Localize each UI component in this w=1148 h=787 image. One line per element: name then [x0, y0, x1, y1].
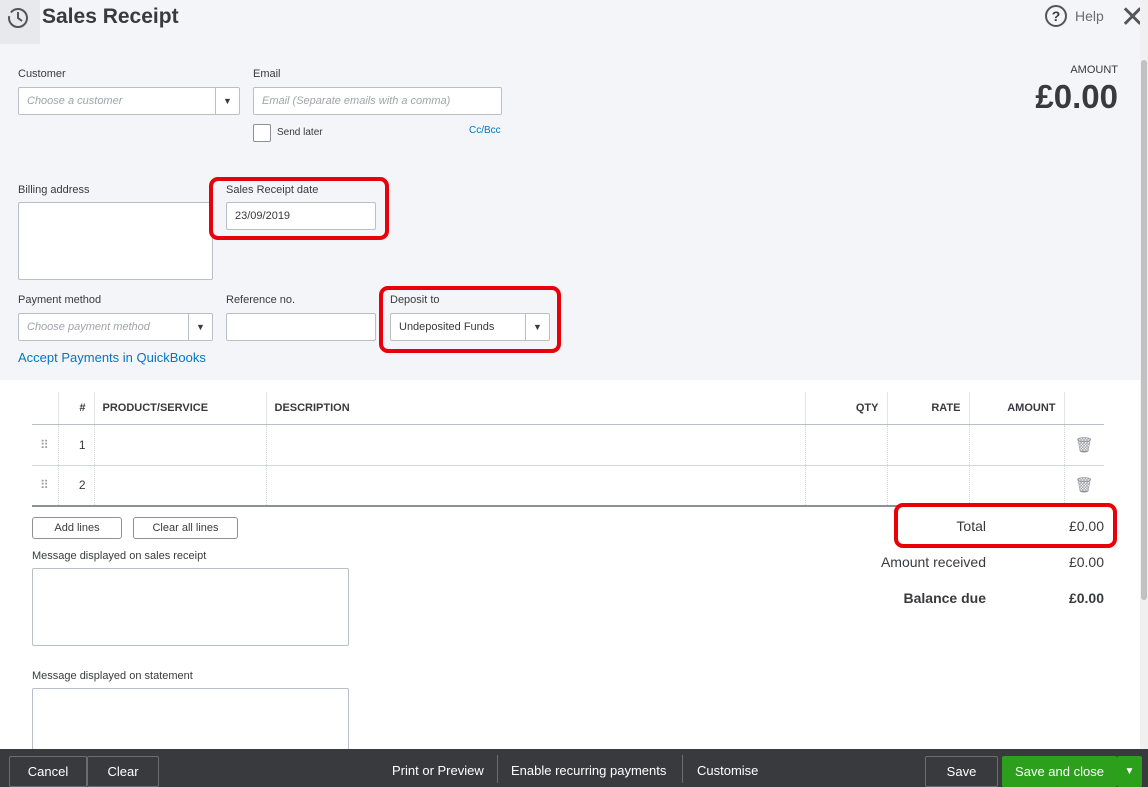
col-qty: QTY — [804, 392, 887, 425]
line-items-table: # PRODUCT/SERVICE DESCRIPTION QTY RATE A… — [32, 392, 1104, 507]
row-number: 2 — [57, 465, 94, 507]
balance-due-label: Balance due — [903, 590, 986, 606]
col-rate: RATE — [886, 392, 969, 425]
rate-cell[interactable] — [886, 424, 969, 466]
col-amount: AMOUNT — [968, 392, 1064, 425]
payment-method-label: Payment method — [18, 294, 102, 306]
description-cell[interactable] — [265, 424, 805, 466]
trash-icon[interactable]: 🗑 — [1063, 424, 1104, 466]
highlight-total — [894, 503, 1117, 548]
chevron-down-icon[interactable]: ▼ — [1117, 756, 1142, 787]
balance-due-value: £0.00 — [1068, 590, 1104, 606]
print-preview-button[interactable]: Print or Preview — [392, 763, 484, 778]
product-cell[interactable] — [93, 424, 266, 466]
amount-value: £0.00 — [1035, 78, 1118, 115]
email-placeholder: Email (Separate emails with a comma) — [262, 95, 451, 107]
customer-placeholder: Choose a customer — [27, 95, 123, 107]
table-row: ⠿ 1 🗑 — [32, 424, 1104, 466]
amount-cell[interactable] — [968, 424, 1064, 466]
qty-cell[interactable] — [804, 465, 887, 507]
divider — [682, 755, 683, 783]
cancel-button[interactable]: Cancel — [9, 756, 87, 787]
reference-label: Reference no. — [226, 294, 296, 306]
billing-address-label: Billing address — [18, 184, 90, 196]
qty-cell[interactable] — [804, 424, 887, 466]
amount-label: AMOUNT — [1070, 64, 1118, 76]
col-number: # — [57, 392, 94, 425]
divider — [497, 755, 498, 783]
amount-received-value: £0.00 — [1068, 554, 1104, 570]
cc-bcc-link[interactable]: Cc/Bcc — [469, 125, 501, 136]
product-cell[interactable] — [93, 465, 266, 507]
email-input[interactable]: Email (Separate emails with a comma) — [253, 87, 502, 115]
footer-bar: Cancel Clear Print or Preview Enable rec… — [0, 749, 1148, 787]
billing-address-input[interactable] — [18, 202, 213, 280]
amount-cell[interactable] — [968, 465, 1064, 507]
col-description: DESCRIPTION — [265, 392, 805, 425]
customer-select[interactable]: Choose a customer ▼ — [18, 87, 240, 115]
table-header: # PRODUCT/SERVICE DESCRIPTION QTY RATE A… — [32, 392, 1104, 425]
add-lines-button[interactable]: Add lines — [32, 517, 122, 539]
page-title: Sales Receipt — [42, 5, 179, 28]
receipt-message-input[interactable] — [32, 568, 349, 646]
customer-label: Customer — [18, 68, 66, 80]
table-row: ⠿ 2 🗑 — [32, 465, 1104, 507]
payment-placeholder: Choose payment method — [27, 321, 150, 333]
clear-all-lines-button[interactable]: Clear all lines — [133, 517, 238, 539]
trash-icon[interactable]: 🗑 — [1063, 465, 1104, 507]
rate-cell[interactable] — [886, 465, 969, 507]
recent-transactions-icon[interactable] — [0, 0, 40, 44]
accept-payments-link[interactable]: Accept Payments in QuickBooks — [18, 350, 206, 365]
save-button[interactable]: Save — [925, 756, 998, 787]
recurring-payments-button[interactable]: Enable recurring payments — [511, 763, 666, 778]
highlight-deposit — [379, 286, 561, 353]
amount-received-label: Amount received — [880, 554, 986, 570]
scrollbar[interactable] — [1140, 0, 1148, 749]
clear-button[interactable]: Clear — [87, 756, 159, 787]
description-cell[interactable] — [265, 465, 805, 507]
email-label: Email — [253, 68, 281, 80]
highlight-date — [209, 177, 389, 240]
drag-handle-icon[interactable]: ⠿ — [32, 465, 58, 507]
help-icon[interactable]: ? — [1045, 5, 1067, 27]
send-later-checkbox[interactable] — [253, 124, 271, 142]
chevron-down-icon[interactable]: ▼ — [215, 88, 239, 114]
receipt-message-label: Message displayed on sales receipt — [32, 550, 207, 562]
customise-button[interactable]: Customise — [697, 763, 758, 778]
help-link[interactable]: Help — [1075, 8, 1104, 24]
statement-message-input[interactable] — [32, 688, 349, 750]
drag-handle-icon[interactable]: ⠿ — [32, 424, 58, 466]
statement-message-label: Message displayed on statement — [32, 670, 193, 682]
payment-method-select[interactable]: Choose payment method ▼ — [18, 313, 213, 341]
chevron-down-icon[interactable]: ▼ — [188, 314, 212, 340]
save-and-close-button[interactable]: Save and close — [1002, 756, 1117, 787]
send-later-label: Send later — [277, 127, 323, 138]
row-number: 1 — [57, 424, 94, 466]
reference-input[interactable] — [226, 313, 376, 341]
col-product: PRODUCT/SERVICE — [93, 392, 266, 425]
